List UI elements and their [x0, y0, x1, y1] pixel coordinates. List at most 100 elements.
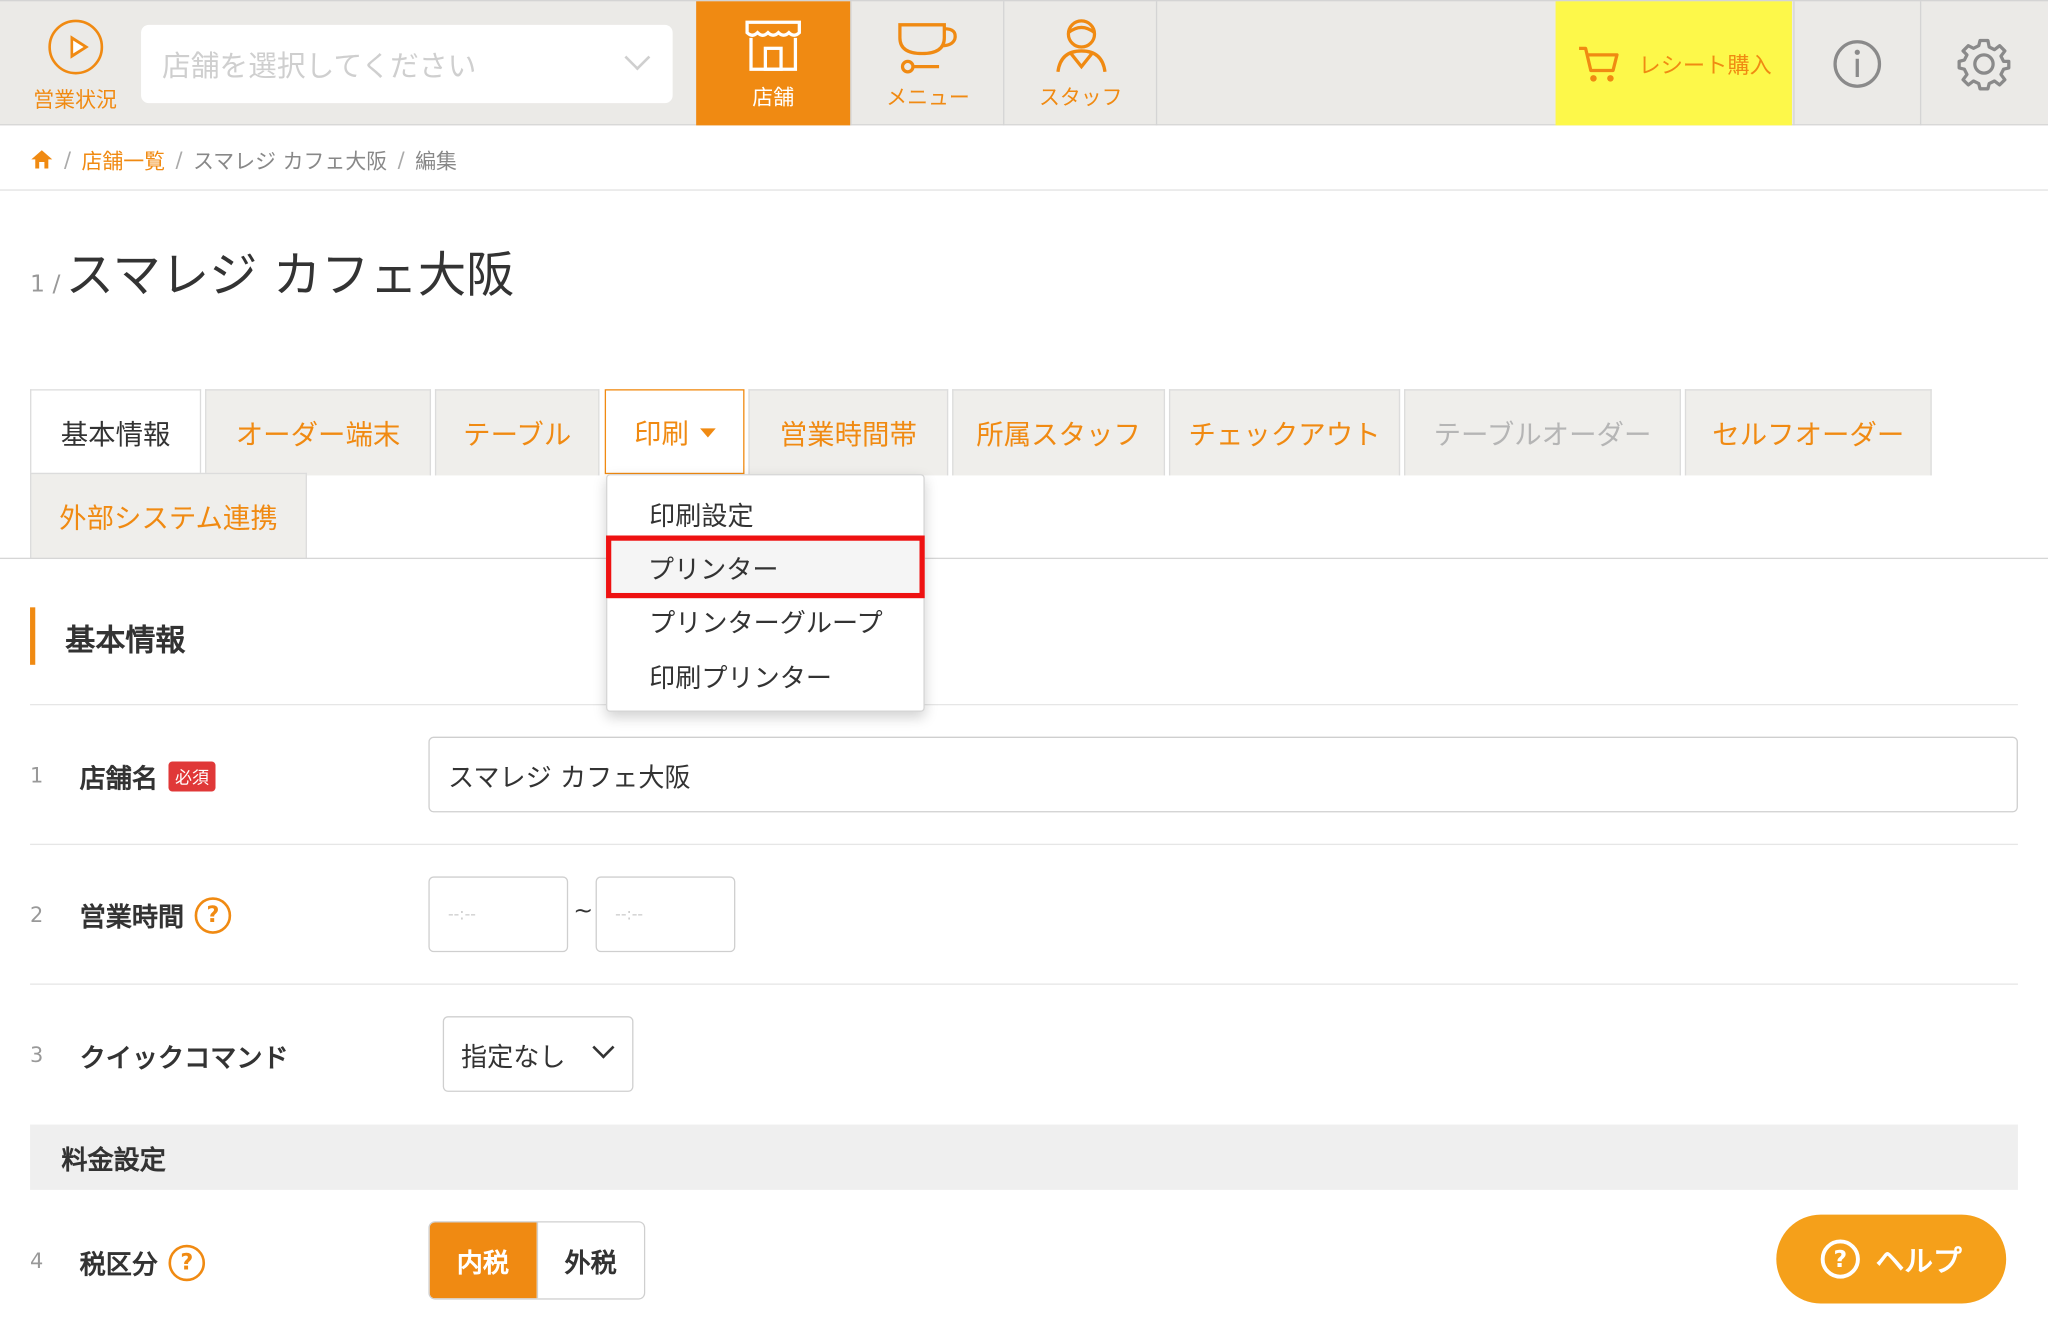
field-label: 税区分 — [79, 1248, 159, 1280]
page-title: スマレジ カフェ大阪 — [65, 246, 515, 304]
sales-status-label: 営業状況 — [33, 87, 117, 113]
tab-checkout[interactable]: チェックアウト — [1168, 389, 1401, 476]
menu-item-printer-group[interactable]: プリンターグループ — [607, 594, 923, 646]
tab-label: テーブル — [463, 418, 572, 450]
play-icon — [47, 19, 103, 75]
help-label: ヘルプ — [1875, 1246, 1962, 1279]
close-time-input[interactable]: --:-- — [595, 876, 736, 953]
divider — [30, 843, 2018, 846]
tab-order-terminal[interactable]: オーダー端末 — [205, 389, 432, 476]
menu-item-print-settings[interactable]: 印刷設定 — [607, 487, 923, 539]
section-title: 基本情報 — [65, 624, 186, 659]
receipt-purchase-button[interactable]: レシート購入 — [1555, 1, 1792, 126]
divider — [30, 703, 2018, 706]
receipt-purchase-label: レシート購入 — [1638, 53, 1772, 80]
nav-tab-store[interactable]: 店舗 — [696, 1, 851, 126]
menu-item-printer[interactable]: プリンター — [606, 535, 925, 599]
tab-external-system[interactable]: 外部システム連携 — [30, 472, 307, 560]
nav-tab-menu[interactable]: メニュー — [850, 1, 1004, 126]
tax-exclusive-option[interactable]: 外税 — [536, 1222, 644, 1299]
tabs-baseline — [0, 557, 2048, 560]
tab-business-hours[interactable]: 営業時間帯 — [748, 389, 949, 476]
sales-status-button[interactable]: 営業状況 — [0, 1, 150, 125]
tab-print[interactable]: 印刷 — [604, 389, 745, 475]
business-hours-label: 営業時間 ? — [80, 896, 232, 934]
open-time-input[interactable]: --:-- — [428, 876, 569, 953]
tab-label: 基本情報 — [60, 418, 171, 450]
tab-label: オーダー端末 — [235, 418, 401, 450]
chevron-down-icon — [592, 1036, 615, 1059]
store-name-input[interactable]: スマレジ カフェ大阪 — [428, 736, 2018, 813]
subsection-pricing: 料金設定 — [30, 1124, 2018, 1190]
breadcrumb-separator: / — [397, 146, 405, 172]
divider — [0, 189, 2048, 191]
help-icon[interactable]: ? — [168, 1244, 206, 1281]
quick-command-value: 指定なし — [461, 1040, 566, 1072]
page-title-row: 1 / スマレジ カフェ大阪 — [30, 235, 514, 306]
help-icon[interactable]: ? — [194, 896, 232, 934]
time-placeholder: --:-- — [615, 905, 644, 924]
info-icon — [1833, 39, 1882, 88]
row-number: 1 — [30, 762, 44, 788]
section-accent-bar — [30, 607, 36, 665]
cup-icon — [897, 23, 957, 74]
tax-inclusive-option[interactable]: 内税 — [429, 1222, 537, 1299]
nav-tab-menu-label: メニュー — [886, 84, 970, 110]
home-icon[interactable] — [30, 149, 54, 170]
breadcrumb-store-list[interactable]: 店舗一覧 — [81, 144, 165, 175]
tab-table-order: テーブルオーダー — [1404, 389, 1681, 476]
page-number: 1 / — [30, 270, 61, 298]
tax-type-toggle: 内税 外税 — [428, 1221, 646, 1300]
help-button[interactable]: ? ヘルプ — [1776, 1214, 2007, 1304]
info-button[interactable] — [1793, 1, 1920, 126]
tax-type-label: 税区分 ? — [79, 1243, 206, 1281]
store-select-placeholder: 店舗を選択してください — [161, 50, 477, 84]
breadcrumb-edit: 編集 — [415, 148, 457, 174]
tab-label: チェックアウト — [1188, 418, 1381, 450]
tab-label: 外部システム連携 — [59, 502, 278, 534]
quick-command-label: クイックコマンド — [80, 1037, 289, 1075]
nav-tab-staff-label: スタッフ — [1038, 84, 1123, 110]
tab-self-order[interactable]: セルフオーダー — [1684, 389, 1932, 476]
tab-label: 営業時間帯 — [779, 418, 917, 450]
caret-down-icon — [699, 428, 716, 438]
field-label: 営業時間 — [79, 901, 185, 933]
nav-tab-staff[interactable]: スタッフ — [1003, 1, 1157, 126]
store-icon — [745, 20, 801, 71]
divider — [30, 983, 2018, 985]
divider — [1155, 1, 1158, 126]
tab-label: 印刷 — [634, 417, 689, 449]
field-label: 店舗名 — [79, 762, 159, 795]
print-dropdown-menu: 印刷設定 プリンター プリンターグループ 印刷プリンター — [606, 474, 925, 712]
store-name-value: スマレジ カフェ大阪 — [447, 760, 691, 793]
gear-icon — [1957, 38, 2011, 90]
row-number: 3 — [30, 1042, 44, 1068]
tab-basic-info[interactable]: 基本情報 — [30, 389, 202, 476]
breadcrumb: / 店舗一覧 / スマレジ カフェ大阪 / 編集 — [30, 141, 457, 178]
subsection-title: 料金設定 — [61, 1143, 166, 1175]
tab-staff[interactable]: 所属スタッフ — [952, 389, 1166, 476]
tab-table[interactable]: テーブル — [434, 389, 600, 476]
tab-label: 所属スタッフ — [976, 418, 1141, 450]
field-label: クイックコマンド — [79, 1042, 289, 1074]
staff-icon — [1055, 19, 1106, 73]
menu-item-print-printer[interactable]: 印刷プリンター — [607, 649, 923, 701]
row-number: 4 — [30, 1248, 44, 1274]
quick-command-select[interactable]: 指定なし — [442, 1016, 634, 1092]
settings-button[interactable] — [1919, 1, 2047, 126]
tab-label: テーブルオーダー — [1433, 418, 1652, 450]
tab-label: セルフオーダー — [1712, 418, 1905, 450]
store-select-dropdown[interactable]: 店舗を選択してください — [141, 24, 673, 104]
store-name-label: 店舗名 必須 — [80, 758, 216, 796]
cart-icon — [1578, 46, 1618, 81]
breadcrumb-separator: / — [63, 146, 72, 172]
time-placeholder: --:-- — [447, 905, 476, 924]
time-separator: ~ — [573, 897, 594, 925]
top-navigation-bar: 営業状況 店舗を選択してください 店舗 メニュー スタッフ レシート購入 — [0, 0, 2048, 126]
breadcrumb-separator: / — [175, 146, 183, 172]
required-badge: 必須 — [168, 761, 216, 792]
breadcrumb-store-name: スマレジ カフェ大阪 — [193, 148, 388, 174]
chevron-down-icon — [624, 44, 651, 71]
nav-tab-store-label: 店舗 — [752, 84, 795, 110]
row-number: 2 — [30, 902, 44, 928]
